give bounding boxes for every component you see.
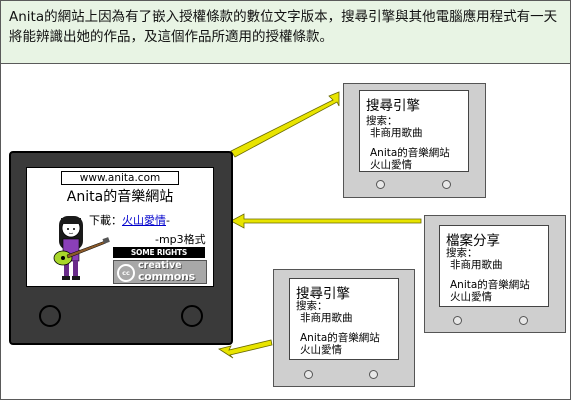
file-sharing-device: 檔案分享 搜索： 非商用歌曲 Anita的音樂網站 火山愛情 [424,215,566,333]
cc-word-commons: commons [138,270,195,283]
search-label: 搜索： [366,115,398,127]
license-line: 非商用歌曲 [300,312,353,324]
device-screen: 搜尋引擎 搜索： 非商用歌曲 Anita的音樂網站 火山愛情 [359,90,469,172]
site-line: Anita的音樂網站 [370,147,450,159]
device-button-icon [442,180,451,189]
device-screen: 搜尋引擎 搜索： 非商用歌曲 Anita的音樂網站 火山愛情 [289,278,399,360]
song-line: 火山愛情 [450,291,492,303]
search-label: 搜索： [296,300,328,312]
dash: - [166,214,170,227]
some-rights-reserved-badge: SOME RIGHTS RESERVED [113,247,205,268]
creative-commons-logo: cc creative commons [113,260,207,284]
site-line: Anita的音樂網站 [300,332,380,344]
site-title: Anita的音樂網站 [66,189,174,205]
arrow-middle [230,213,422,229]
device-title: 檔案分享 [446,233,500,249]
song-line: 火山愛情 [300,344,342,356]
license-line: 非商用歌曲 [450,259,503,271]
device-screen: 檔案分享 搜索： 非商用歌曲 Anita的音樂網站 火山愛情 [439,225,549,307]
device-button-icon [369,370,378,379]
device-title: 搜尋引擎 [366,98,420,114]
cc-circle-icon: cc [117,264,135,282]
song-link[interactable]: 火山愛情 [122,214,166,227]
device-button-icon [519,316,528,325]
search-engine-device-top: 搜尋引擎 搜索： 非商用歌曲 Anita的音樂網站 火山愛情 [343,83,486,198]
left-knob-icon [39,305,61,327]
search-label: 搜索： [446,247,478,259]
diagram-frame: Anita的網站上因為有了嵌入授權條款的數位文字版本，搜尋引擎與其他電腦應用程式… [0,0,571,400]
right-knob-icon [181,305,203,327]
anita-website-device: www.anita.com Anita的音樂網站 下載：火山愛情- -mp3格式 [9,151,233,345]
site-line: Anita的音樂網站 [450,279,530,291]
arrow-top [230,91,340,158]
format-label: -mp3格式 [155,233,206,246]
device-button-icon [304,370,313,379]
url-bar: www.anita.com [61,171,179,185]
search-engine-device-bottom: 搜尋引擎 搜索： 非商用歌曲 Anita的音樂網站 火山愛情 [273,269,415,387]
device-button-icon [376,180,385,189]
girl-guitarist-illustration [53,216,110,280]
song-line: 火山愛情 [370,159,412,171]
license-line: 非商用歌曲 [370,127,423,139]
device-title: 搜尋引擎 [296,286,350,302]
website-screen: www.anita.com Anita的音樂網站 下載：火山愛情- -mp3格式 [26,167,214,287]
device-button-icon [453,316,462,325]
